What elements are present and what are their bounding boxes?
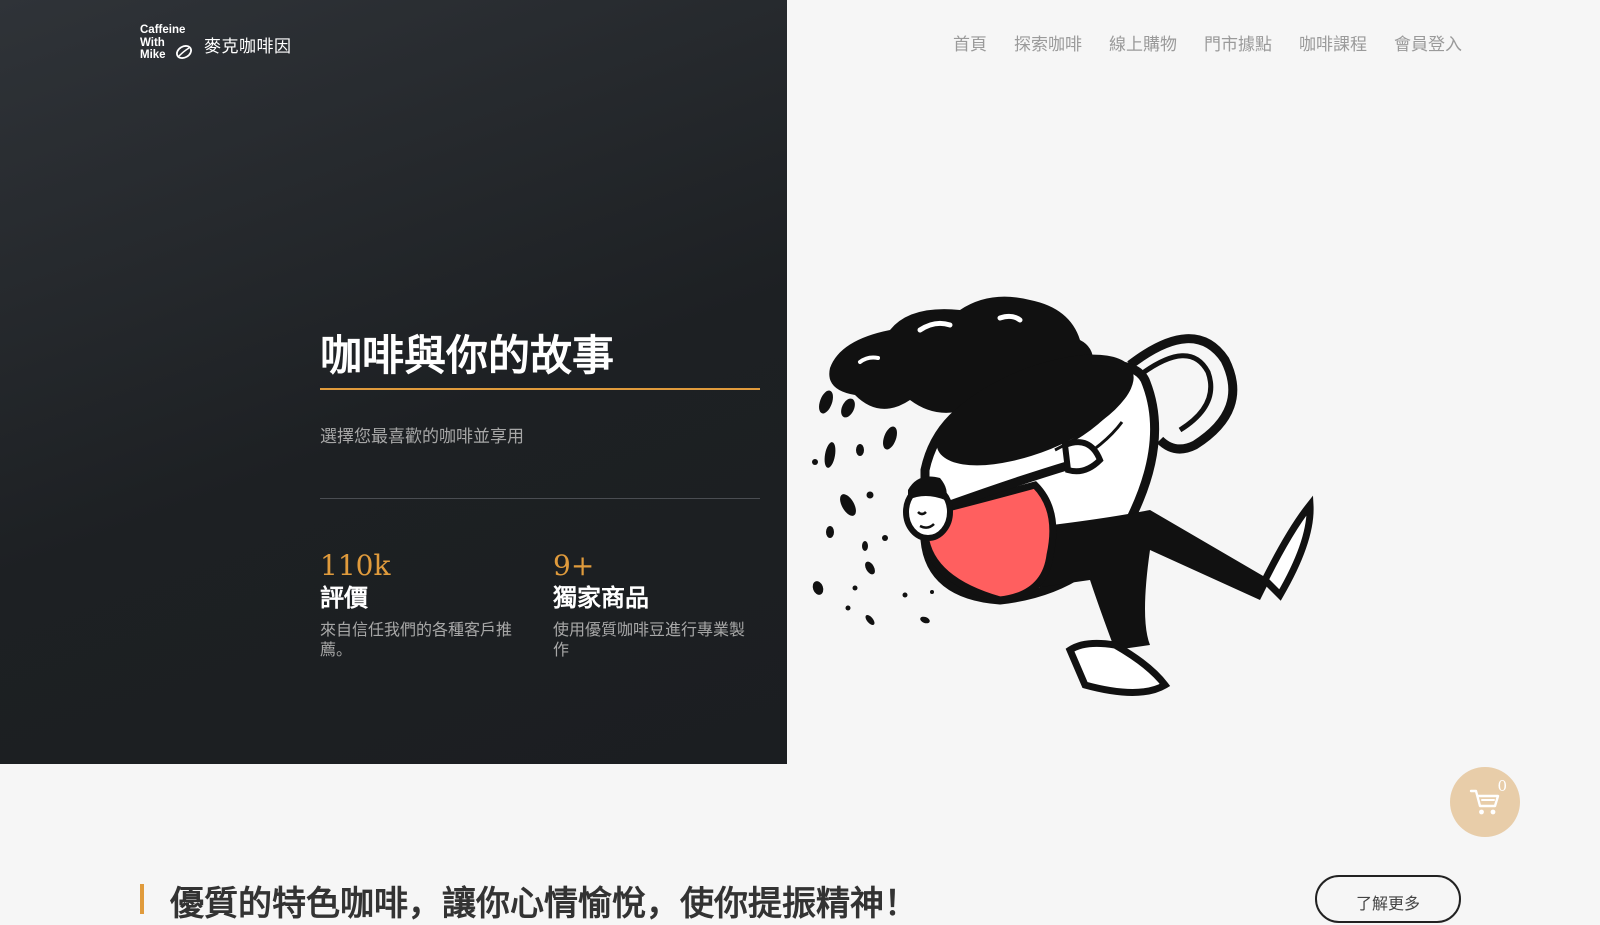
logo-line-1: Caffeine bbox=[140, 24, 186, 36]
title-underline bbox=[320, 388, 760, 390]
brand-name: 麥克咖啡因 bbox=[204, 36, 292, 57]
learn-more-button[interactable]: 了解更多 bbox=[1315, 875, 1461, 923]
stat-description: 來自信任我們的各種客戶推薦。 bbox=[320, 620, 513, 659]
hero-divider bbox=[320, 498, 760, 499]
nav-item-member-login[interactable]: 會員登入 bbox=[1394, 30, 1462, 55]
nav-item-coffee-courses[interactable]: 咖啡課程 bbox=[1299, 30, 1367, 55]
coffee-cup-illustration bbox=[812, 296, 1314, 696]
logo-mark: Caffeine With Mike bbox=[140, 24, 198, 64]
cart-count-badge: 0 bbox=[1497, 777, 1507, 795]
section-accent-bar bbox=[140, 884, 144, 914]
stat-reviews: 110k 評價 來自信任我們的各種客戶推薦。 bbox=[320, 550, 520, 660]
stat-label: 獨家商品 bbox=[553, 584, 649, 612]
stat-value: 110k bbox=[320, 549, 391, 582]
shopping-cart-icon bbox=[1469, 789, 1500, 815]
nav-item-explore-coffee[interactable]: 探索咖啡 bbox=[1014, 30, 1082, 55]
hero-title: 咖啡與你的故事 bbox=[320, 331, 615, 380]
cart-button[interactable]: 0 bbox=[1450, 767, 1520, 837]
nav-item-home[interactable]: 首頁 bbox=[953, 30, 987, 55]
stat-label: 評價 bbox=[320, 584, 368, 612]
nav-item-online-shop[interactable]: 線上購物 bbox=[1109, 30, 1177, 55]
main-nav: 首頁 探索咖啡 線上購物 門市據點 咖啡課程 會員登入 bbox=[926, 30, 1462, 55]
brand-logo[interactable]: Caffeine With Mike 麥克咖啡因 bbox=[140, 24, 292, 64]
stat-exclusive-products: 9+ 獨家商品 使用優質咖啡豆進行專業製作 bbox=[553, 550, 753, 660]
stat-description: 使用優質咖啡豆進行專業製作 bbox=[553, 620, 746, 659]
section-heading: 優質的特色咖啡，讓你心情愉悅，使你提振精神！ bbox=[170, 884, 918, 924]
stat-value: 9+ bbox=[553, 549, 595, 582]
hero-subtitle: 選擇您最喜歡的咖啡並享用 bbox=[320, 427, 524, 447]
hero-section: Caffeine With Mike 麥克咖啡因 首頁 探索咖啡 線上購物 門市… bbox=[0, 0, 1600, 764]
coffee-bean-icon bbox=[176, 45, 192, 59]
nav-item-store-locations[interactable]: 門市據點 bbox=[1204, 30, 1272, 55]
